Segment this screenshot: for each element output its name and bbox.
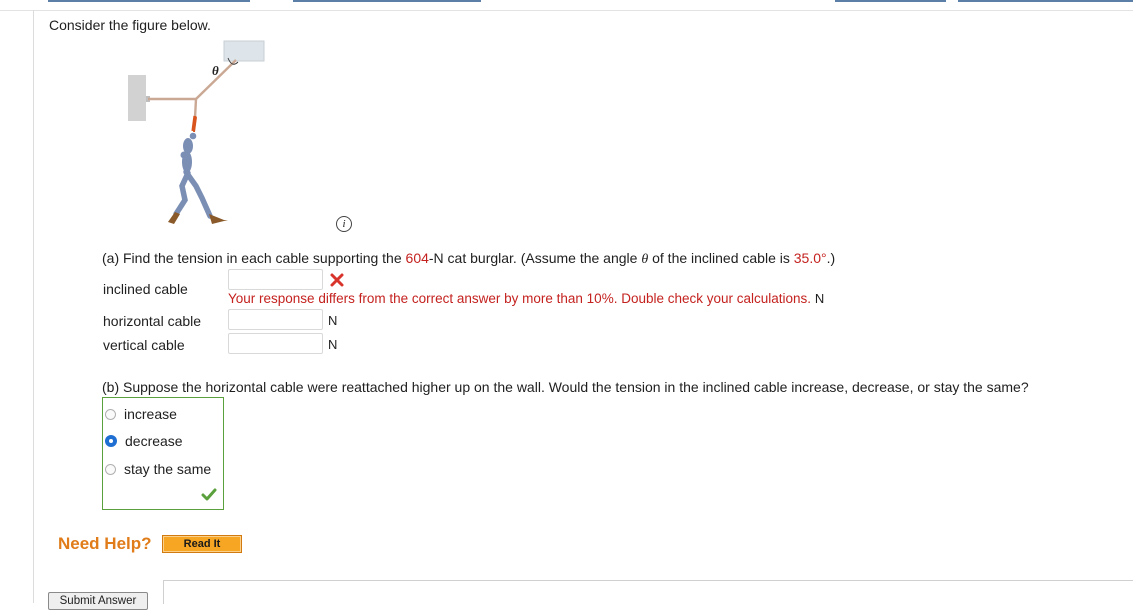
toolbar-tab[interactable] xyxy=(293,0,481,2)
inclined-cable-label: inclined cable xyxy=(103,281,188,297)
option-increase[interactable]: increase xyxy=(103,404,177,424)
horizontal-cable-label: horizontal cable xyxy=(103,313,202,329)
option-decrease[interactable]: decrease xyxy=(103,431,183,451)
radio-increase[interactable] xyxy=(105,408,116,420)
vertical-cable xyxy=(193,98,198,119)
vertical-cable-label: vertical cable xyxy=(103,337,185,353)
inclined-unit: N xyxy=(814,291,825,306)
correct-check-icon xyxy=(201,488,217,501)
horizontal-unit: N xyxy=(328,313,338,328)
part-a-question: (a) Find the tension in each cable suppo… xyxy=(102,250,836,267)
toolbar-tab[interactable] xyxy=(958,0,1133,2)
horizontal-cable-input[interactable] xyxy=(228,309,323,330)
feedback-row: Your response differs from the correct a… xyxy=(228,291,824,306)
radio-decrease[interactable] xyxy=(105,435,117,447)
part-b-question: (b) Suppose the horizontal cable were re… xyxy=(102,379,1029,395)
need-help-label: Need Help? xyxy=(58,534,152,553)
left-divider xyxy=(33,10,34,603)
ceiling-mount xyxy=(223,40,265,62)
bottom-panel xyxy=(163,580,1133,604)
wall-bracket xyxy=(128,75,146,121)
vertical-cable-input[interactable] xyxy=(228,333,323,354)
top-toolbar xyxy=(0,0,1133,11)
feedback-message: Your response differs from the correct a… xyxy=(228,291,812,306)
info-icon[interactable]: i xyxy=(336,216,352,232)
option-stay-the-same[interactable]: stay the same xyxy=(103,459,211,479)
wrong-answer-icon xyxy=(330,273,344,287)
weight-value: 604 xyxy=(405,250,429,266)
radio-stay-the-same[interactable] xyxy=(105,463,116,475)
toolbar-tab[interactable] xyxy=(835,0,946,2)
read-it-button[interactable]: Read It xyxy=(162,535,242,553)
burglar-icon xyxy=(168,115,228,224)
toolbar-tab[interactable] xyxy=(48,0,250,2)
angle-value: 35.0° xyxy=(793,250,827,266)
inclined-cable-input[interactable] xyxy=(228,269,323,290)
vertical-unit: N xyxy=(328,337,338,352)
intro-text: Consider the figure below. xyxy=(49,17,211,33)
theta-label: θ xyxy=(212,63,219,78)
cat-burglar-figure: θ xyxy=(128,40,265,224)
submit-answer-button[interactable]: Submit Answer xyxy=(48,592,148,610)
